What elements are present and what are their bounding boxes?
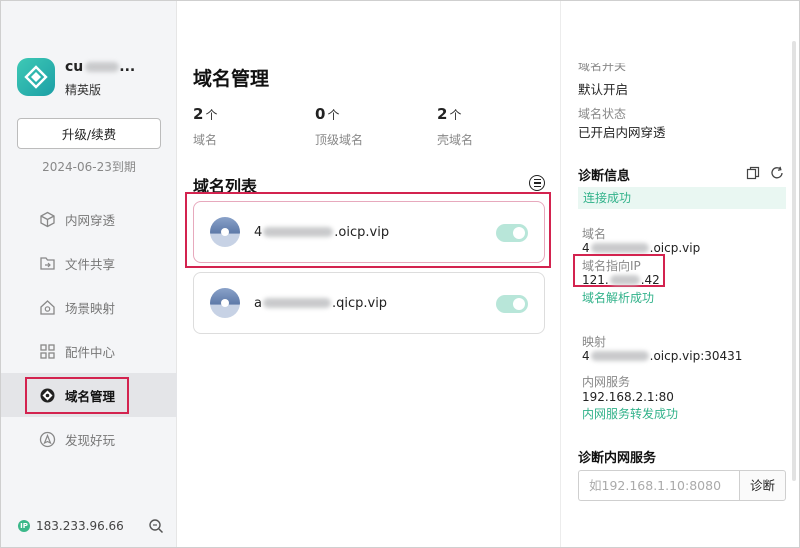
sidebar-item-label: 发现好玩 xyxy=(65,432,116,448)
sidebar-item-label: 配件中心 xyxy=(65,344,116,360)
stat-label: 顶级域名 xyxy=(315,133,364,147)
upgrade-button[interactable]: 升级/续费 xyxy=(17,118,161,149)
stat-number: 2 xyxy=(437,105,448,123)
forward-status: 内网服务转发成功 xyxy=(582,407,679,421)
app-window: cu... 精英版 升级/续费 2024-06-23到期 内网穿透 文件共享 场… xyxy=(0,0,800,548)
zoom-search-icon[interactable] xyxy=(148,518,164,534)
domain-value: 4 .oicp.vip xyxy=(582,241,701,255)
diag-title: 诊断信息 xyxy=(578,169,631,184)
lan-value: 192.168.2.1:80 xyxy=(582,390,674,404)
stat-label: 壳域名 xyxy=(437,133,474,147)
switch-value: 默认开启 xyxy=(578,82,629,97)
diag-service-input[interactable]: 如192.168.1.10:8080 xyxy=(578,470,739,501)
status-value: 已开启内网穿透 xyxy=(578,125,666,140)
domain-toggle[interactable] xyxy=(496,295,528,313)
sidebar-item-label: 文件共享 xyxy=(65,256,116,272)
active-highlight: 域名管理 xyxy=(25,376,130,414)
stat-number: 2 xyxy=(193,105,204,123)
sidebar-item-label: 场景映射 xyxy=(65,300,116,316)
sidebar-item-fileshare[interactable]: 文件共享 xyxy=(1,241,177,285)
sidebar: cu... 精英版 升级/续费 2024-06-23到期 内网穿透 文件共享 场… xyxy=(1,1,177,547)
domain-name: a .qicp.vip xyxy=(254,295,388,311)
app-logo xyxy=(17,58,55,96)
domain-main-pane: 域名管理 2个 域名 0个 顶级域名 2个 壳域名 域名列表 4 .oicp.vi… xyxy=(178,1,561,547)
sidebar-item-accessories[interactable]: 配件中心 xyxy=(1,329,177,373)
domain-globe-icon xyxy=(210,288,240,318)
stat-domains: 2个 域名 xyxy=(193,104,217,148)
copy-icon[interactable] xyxy=(746,166,760,180)
domain-detail-pane: 域名开关 默认开启 域名状态 已开启内网穿透 诊断信息 连接成功 域名 4 .oi… xyxy=(562,1,799,547)
page-title: 域名管理 xyxy=(193,68,270,90)
stat-unit: 个 xyxy=(327,108,340,122)
domain-icon xyxy=(39,387,56,404)
mapping-value: 4 .oicp.vip:30431 xyxy=(582,349,743,363)
domain-card[interactable]: a .qicp.vip xyxy=(193,272,545,334)
diag-lan-title: 诊断内网服务 xyxy=(578,451,657,466)
user-name: cu... xyxy=(65,59,136,75)
diag-button[interactable]: 诊断 xyxy=(739,470,786,501)
detail-scrollbar[interactable] xyxy=(792,41,796,481)
expire-date: 2024-06-23到期 xyxy=(42,160,136,174)
domain-toggle[interactable] xyxy=(496,224,528,242)
list-menu-icon[interactable] xyxy=(529,175,545,191)
ip-label: 域名指向IP xyxy=(582,259,641,273)
domain-name: 4 .oicp.vip xyxy=(254,224,390,240)
domain-label: 域名 xyxy=(582,227,607,241)
stat-label: 域名 xyxy=(193,133,218,147)
public-ip: IP 183.233.96.66 xyxy=(18,519,124,533)
stat-shell-domains: 2个 壳域名 xyxy=(437,104,473,148)
user-plan: 精英版 xyxy=(65,83,102,97)
status-label: 域名状态 xyxy=(578,107,627,121)
resolve-status: 域名解析成功 xyxy=(582,291,655,305)
grid-icon xyxy=(39,343,56,360)
sidebar-item-domain[interactable]: 域名管理 xyxy=(1,373,177,417)
sidebar-item-scene-mapping[interactable]: 场景映射 xyxy=(1,285,177,329)
ip-value: 121. .42 xyxy=(582,273,660,287)
public-ip-value: 183.233.96.66 xyxy=(36,519,124,533)
stat-unit: 个 xyxy=(205,108,218,122)
lan-label: 内网服务 xyxy=(582,375,631,389)
ip-badge-icon: IP xyxy=(18,520,30,532)
discover-icon xyxy=(39,431,56,448)
mapping-label: 映射 xyxy=(582,335,607,349)
switch-label: 域名开关 xyxy=(578,59,627,73)
sidebar-item-label: 域名管理 xyxy=(65,388,116,404)
house-icon xyxy=(39,299,56,316)
folder-share-icon xyxy=(39,255,56,272)
stat-top-domains: 0个 顶级域名 xyxy=(315,104,363,148)
cube-icon xyxy=(39,211,56,228)
stat-unit: 个 xyxy=(449,108,462,122)
stat-number: 0 xyxy=(315,105,326,123)
domain-card[interactable]: 4 .oicp.vip xyxy=(193,201,545,263)
sidebar-nav: 内网穿透 文件共享 场景映射 配件中心 域名管理 发现好玩 xyxy=(1,197,177,461)
refresh-icon[interactable] xyxy=(770,166,784,180)
connect-status: 连接成功 xyxy=(578,187,786,209)
sidebar-item-label: 内网穿透 xyxy=(65,212,116,228)
domain-globe-icon xyxy=(210,217,240,247)
sidebar-item-intranet[interactable]: 内网穿透 xyxy=(1,197,177,241)
sidebar-item-discover[interactable]: 发现好玩 xyxy=(1,417,177,461)
